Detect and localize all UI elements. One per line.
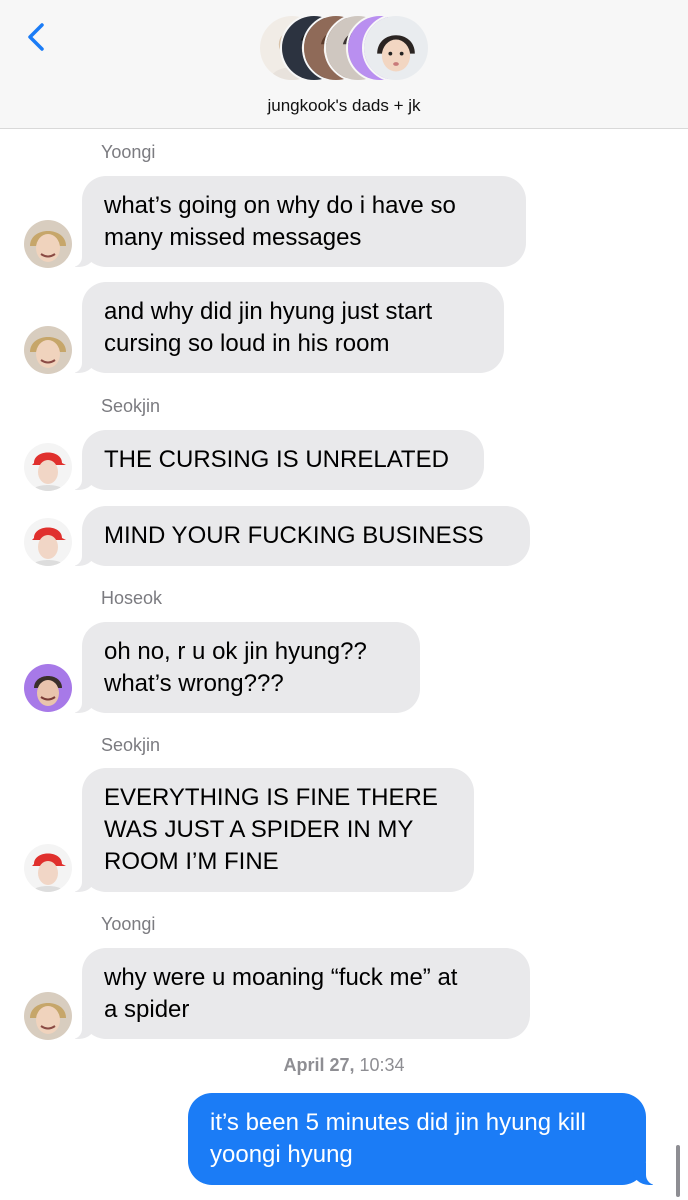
message-bubble[interactable]: what’s going on why do i have so many mi…	[72, 176, 526, 267]
sender-name: Seokjin	[101, 396, 161, 416]
message-text: THE CURSING IS UNRELATED	[104, 446, 449, 473]
message-text: EVERYTHING IS FINE THERE WAS JUST A SPID…	[104, 784, 438, 875]
sender-name: Seokjin	[101, 735, 161, 755]
message-text: why were u moaning “fuck me” at a spider	[104, 964, 458, 1023]
chevron-left-icon	[28, 23, 44, 51]
sender-name: Hoseok	[101, 588, 163, 608]
yoongi-avatar[interactable]	[24, 326, 72, 374]
yoongi-avatar[interactable]	[24, 992, 72, 1040]
sent-message-bubble[interactable]: it’s been 5 minutes did jin hyung kill y…	[188, 1093, 656, 1185]
seokjin-avatar[interactable]	[24, 844, 72, 892]
message-bubble[interactable]: THE CURSING IS UNRELATED	[72, 430, 484, 490]
seokjin-avatar[interactable]	[24, 518, 72, 566]
message-text: what’s going on why do i have so many mi…	[104, 192, 456, 251]
timestamp-time: 10:34	[359, 1055, 405, 1075]
timestamp-date: April 27,	[283, 1055, 355, 1075]
message-bubble[interactable]: EVERYTHING IS FINE THERE WAS JUST A SPID…	[72, 768, 474, 892]
group-name[interactable]: jungkook's dads + jk	[0, 96, 688, 116]
message-text: MIND YOUR FUCKING BUSINESS	[104, 522, 484, 549]
group-avatar-stack[interactable]	[258, 14, 430, 84]
message-bubble[interactable]: oh no, r u ok jin hyung?? what’s wrong??…	[72, 622, 420, 713]
message-bubble[interactable]: why were u moaning “fuck me” at a spider	[72, 948, 530, 1039]
seokjin-avatar[interactable]	[24, 443, 72, 491]
group-member-avatar-jk	[362, 14, 430, 82]
scrollbar[interactable]	[676, 1145, 680, 1197]
sender-name: Yoongi	[101, 142, 156, 162]
message-bubble[interactable]: and why did jin hyung just start cursing…	[72, 282, 504, 373]
yoongi-avatar[interactable]	[24, 220, 72, 268]
sent-message-text: it’s been 5 minutes did jin hyung kill y…	[210, 1109, 586, 1168]
sender-name: Yoongi	[101, 914, 156, 934]
message-text: and why did jin hyung just start cursing…	[104, 298, 433, 357]
conversation-header: jungkook's dads + jk	[0, 0, 688, 129]
back-button[interactable]	[22, 22, 52, 52]
message-bubble[interactable]: MIND YOUR FUCKING BUSINESS	[72, 506, 530, 566]
hoseok-avatar[interactable]	[24, 664, 72, 712]
message-timestamp: April 27, 10:34	[0, 1055, 688, 1076]
message-text: oh no, r u ok jin hyung?? what’s wrong??…	[104, 638, 367, 697]
